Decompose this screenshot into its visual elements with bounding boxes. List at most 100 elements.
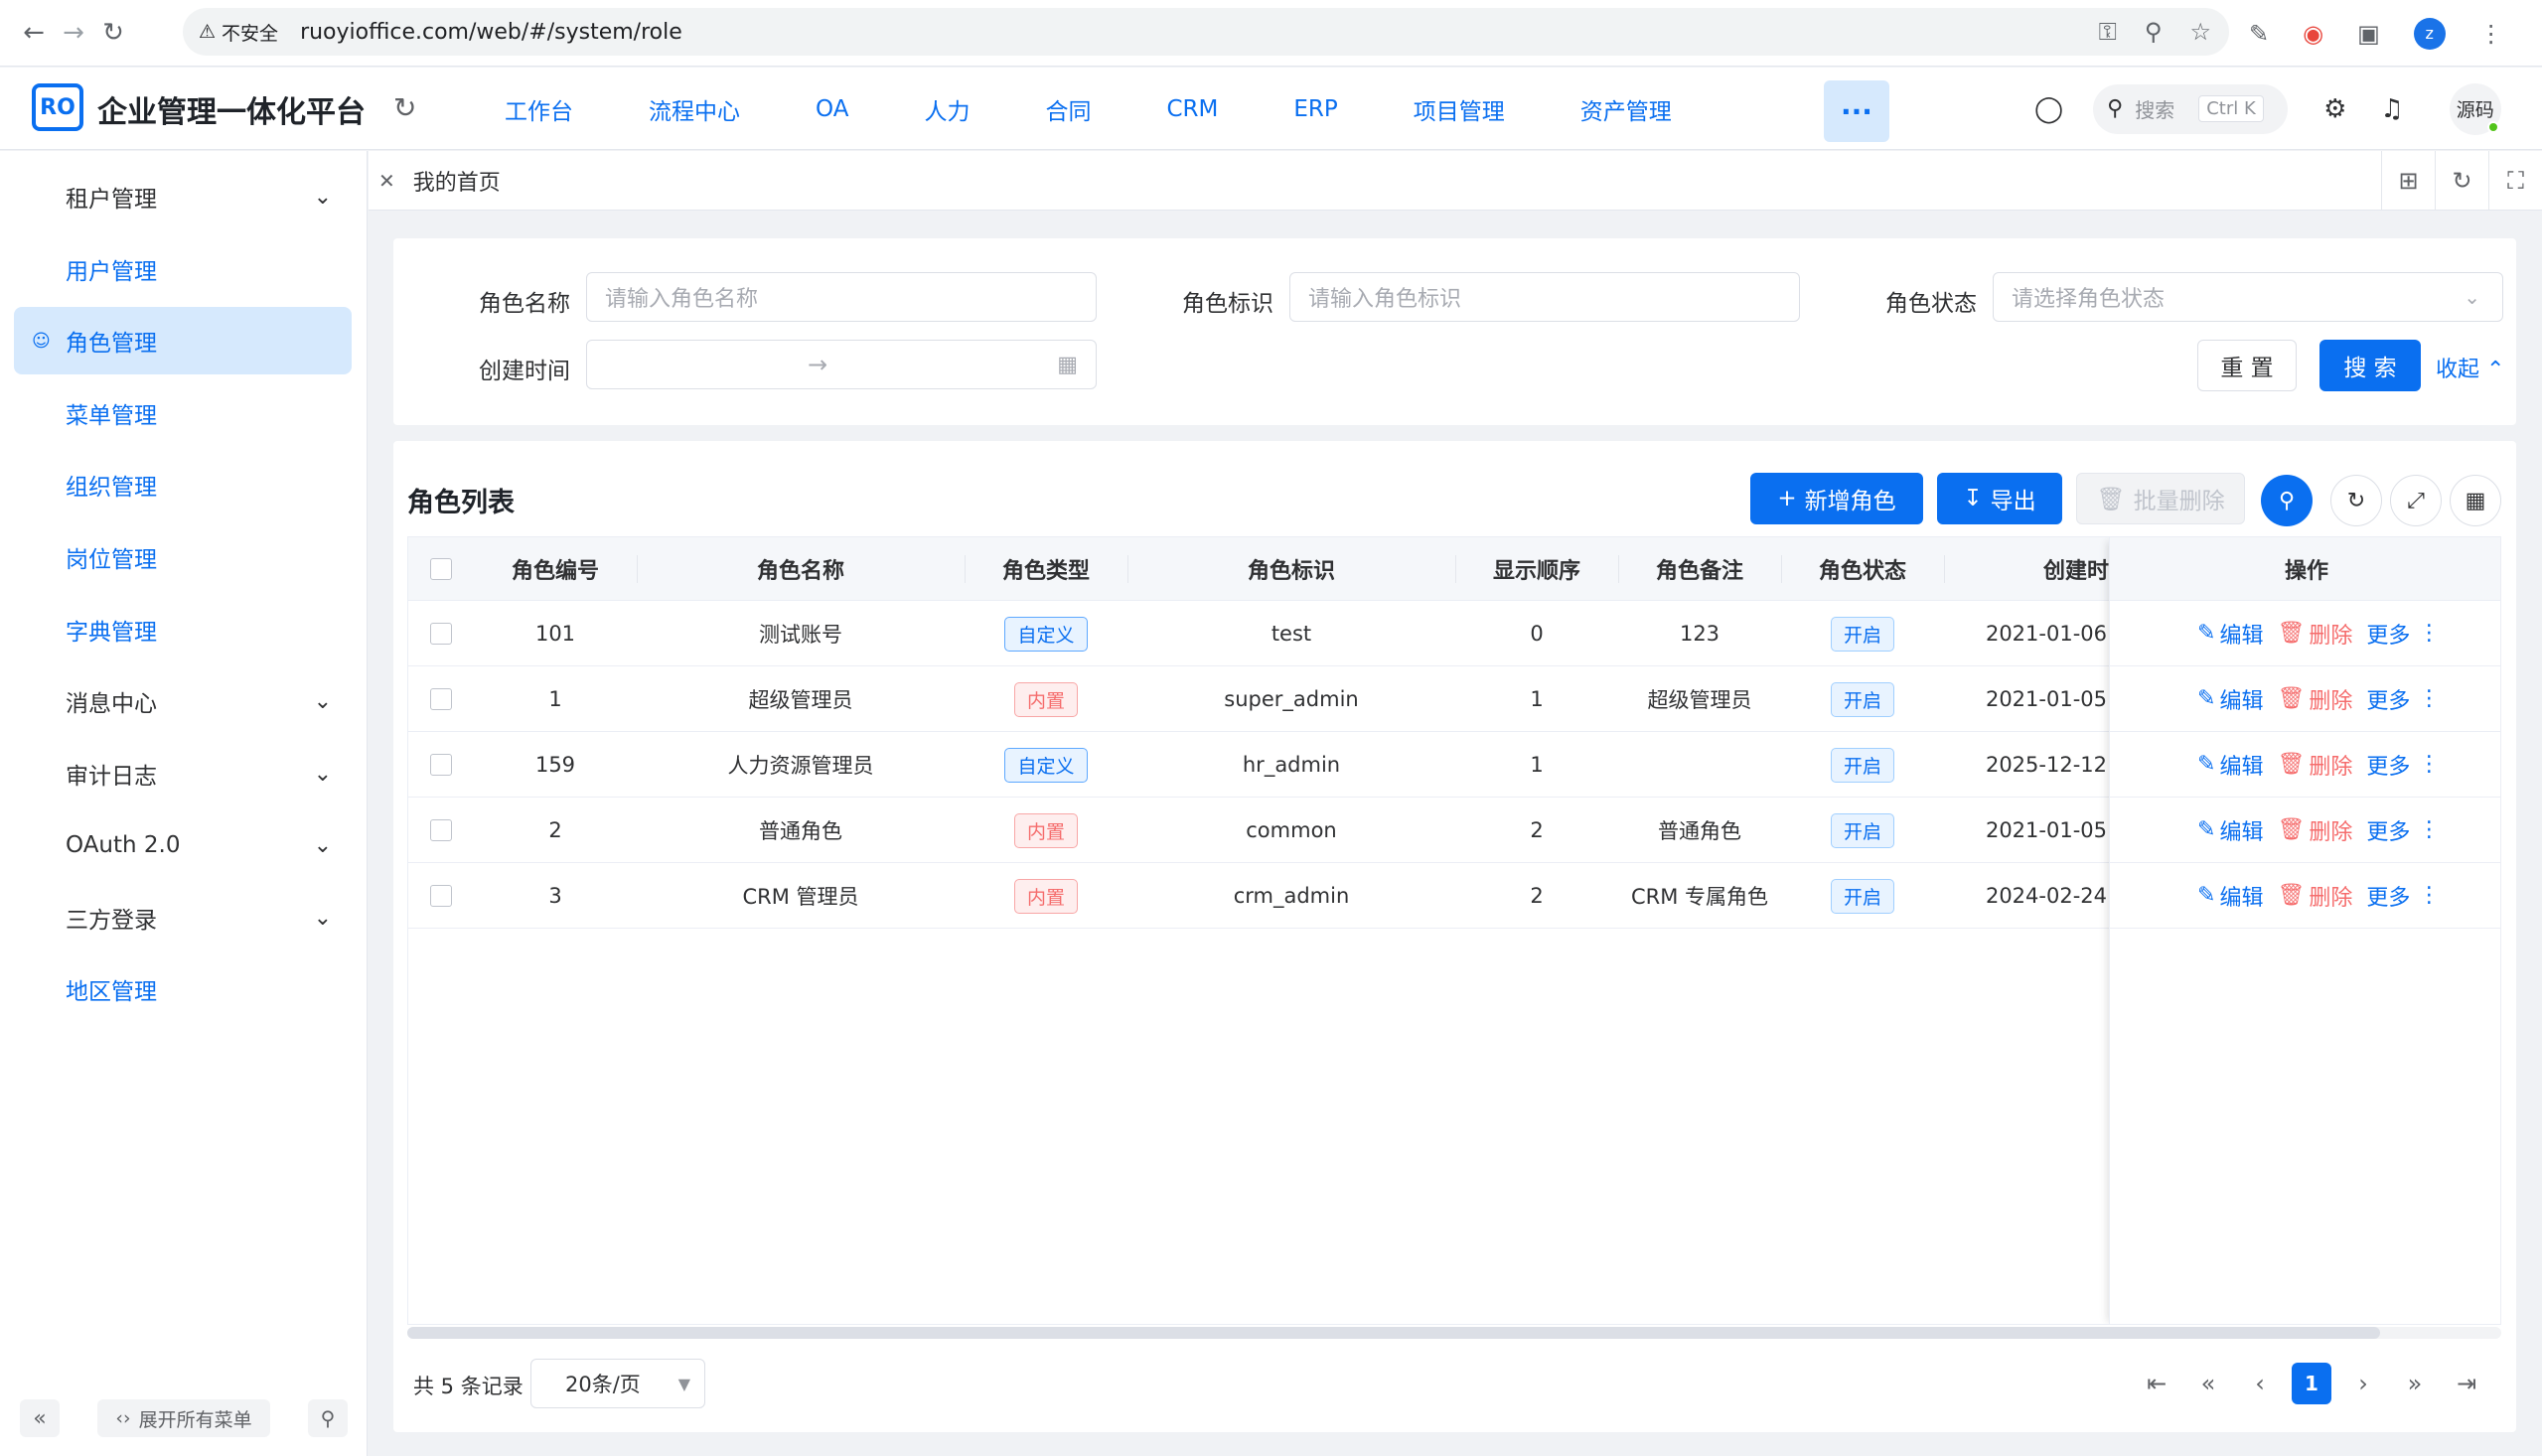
refresh-tab-icon[interactable]: ↻ xyxy=(2435,151,2488,211)
profile-avatar[interactable]: z xyxy=(2413,17,2446,50)
col-status[interactable]: 角色状态 xyxy=(1781,537,1944,601)
row-checkbox[interactable] xyxy=(430,819,452,841)
refresh-icon[interactable]: ↻ xyxy=(393,91,416,124)
delete-button[interactable]: 🗑 删除 xyxy=(2277,683,2352,715)
first-page-icon[interactable]: ⇤ xyxy=(2137,1363,2176,1404)
row-checkbox[interactable] xyxy=(430,623,452,645)
top-menu-asset[interactable]: 资产管理 xyxy=(1543,68,1710,150)
browser-menu-icon[interactable]: ⋮ xyxy=(2479,20,2503,48)
collapse-form-link[interactable]: 收起 ⌃ xyxy=(2436,352,2504,383)
edit-button[interactable]: ✎ 编辑 xyxy=(2197,880,2263,912)
notification-bell-icon[interactable]: ♫ xyxy=(2380,94,2403,124)
sidebar-item-dict[interactable]: 字典管理 xyxy=(14,596,352,663)
top-menu-oa[interactable]: OA xyxy=(778,68,886,150)
zoom-icon[interactable]: ⚲ xyxy=(2145,18,2163,46)
fullscreen-icon[interactable]: ⛶ xyxy=(2488,151,2542,211)
top-menu-erp[interactable]: ERP xyxy=(1256,68,1375,150)
top-menu-contract[interactable]: 合同 xyxy=(1007,68,1128,150)
collapse-sidebar-button[interactable]: « xyxy=(20,1399,60,1437)
delete-button[interactable]: 🗑 删除 xyxy=(2277,618,2352,650)
next-group-icon[interactable]: » xyxy=(2395,1363,2435,1404)
row-checkbox[interactable] xyxy=(430,885,452,907)
top-menu-crm[interactable]: CRM xyxy=(1128,68,1256,150)
sidebar-item-tenant[interactable]: 租户管理 ⌄ xyxy=(14,163,352,230)
col-role-key[interactable]: 角色标识 xyxy=(1127,537,1455,601)
role-key-input[interactable]: 请输入角色标识 xyxy=(1289,272,1800,322)
col-role-name[interactable]: 角色名称 xyxy=(637,537,965,601)
expand-all-menus-button[interactable]: ‹› 展开所有菜单 xyxy=(97,1399,270,1437)
next-page-icon[interactable]: › xyxy=(2343,1363,2383,1404)
sidebar-item-user[interactable]: 用户管理 xyxy=(14,235,352,303)
grid-icon[interactable]: ⊞ xyxy=(2381,151,2435,211)
pin-icon[interactable]: ⚲ xyxy=(308,1399,348,1437)
search-button[interactable]: 搜 索 xyxy=(2319,340,2421,391)
sidebar-item-post[interactable]: 岗位管理 xyxy=(14,523,352,591)
fullscreen-table-icon[interactable]: ⤢ xyxy=(2390,475,2442,526)
edit-button[interactable]: ✎ 编辑 xyxy=(2197,618,2263,650)
sidebar-item-social-login[interactable]: 三方登录 ⌄ xyxy=(14,884,352,951)
top-menu-workbench[interactable]: 工作台 xyxy=(467,68,611,150)
reload-icon[interactable]: ↻ xyxy=(93,13,133,53)
global-search[interactable]: ⚲ 搜索 Ctrl K xyxy=(2093,83,2289,134)
edit-button[interactable]: ✎ 编辑 xyxy=(2197,814,2263,846)
more-button[interactable]: 更多 ⋮ xyxy=(2366,880,2440,912)
delete-button[interactable]: 🗑 删除 xyxy=(2277,814,2352,846)
create-time-range-picker[interactable]: → ▦ xyxy=(586,340,1097,389)
toggle-search-icon[interactable]: ⚲ xyxy=(2261,475,2313,526)
prev-page-icon[interactable]: ‹ xyxy=(2240,1363,2280,1404)
column-settings-icon[interactable]: ▦ xyxy=(2450,475,2501,526)
sidebar-item-audit[interactable]: 审计日志 ⌄ xyxy=(14,740,352,807)
sidebar-item-area[interactable]: 地区管理 xyxy=(14,955,352,1023)
more-button[interactable]: 更多 ⋮ xyxy=(2366,814,2440,846)
chat-icon[interactable]: ◯ xyxy=(2034,94,2063,124)
reset-button[interactable]: 重 置 xyxy=(2197,340,2297,391)
role-status-select[interactable]: 请选择角色状态 ⌄ xyxy=(1993,272,2503,322)
col-role-type[interactable]: 角色类型 xyxy=(965,537,1127,601)
back-icon[interactable]: ← xyxy=(14,13,54,53)
url-text[interactable]: ruoyioffice.com/web/#/system/role xyxy=(300,20,682,45)
col-role-id[interactable]: 角色编号 xyxy=(474,537,637,601)
edit-button[interactable]: ✎ 编辑 xyxy=(2197,749,2263,781)
top-menu-project[interactable]: 项目管理 xyxy=(1376,68,1543,150)
settings-gear-icon[interactable]: ⚙ xyxy=(2323,94,2346,124)
user-avatar[interactable]: 源码 xyxy=(2449,82,2501,135)
col-remark[interactable]: 角色备注 xyxy=(1618,537,1781,601)
last-page-icon[interactable]: ⇥ xyxy=(2447,1363,2486,1404)
role-name-input[interactable]: 请输入角色名称 xyxy=(586,272,1097,322)
security-indicator[interactable]: ⚠ 不安全 xyxy=(199,19,278,46)
horizontal-scrollbar[interactable] xyxy=(407,1327,2501,1339)
row-checkbox[interactable] xyxy=(430,688,452,710)
extension-red-icon[interactable]: ◉ xyxy=(2303,20,2323,48)
row-checkbox[interactable] xyxy=(430,754,452,776)
more-button[interactable]: 更多 ⋮ xyxy=(2366,749,2440,781)
address-bar[interactable]: ⚠ 不安全 ruoyioffice.com/web/#/system/role ⚿… xyxy=(183,8,2229,56)
sidebar-item-oauth[interactable]: OAuth 2.0 ⌄ xyxy=(14,811,352,879)
extension-note-icon[interactable]: ✎ xyxy=(2249,20,2269,48)
tab-home[interactable]: ✕ 我的首页 xyxy=(374,151,501,211)
sidebar-item-org[interactable]: 组织管理 xyxy=(14,451,352,518)
sidebar-item-message[interactable]: 消息中心 ⌄ xyxy=(14,667,352,735)
export-button[interactable]: ↧ 导出 xyxy=(1937,473,2062,524)
refresh-table-icon[interactable]: ↻ xyxy=(2330,475,2382,526)
top-menu-more-button[interactable]: ··· xyxy=(1824,80,1889,142)
page-1-button[interactable]: 1 xyxy=(2292,1363,2331,1404)
top-menu-hr[interactable]: 人力 xyxy=(886,68,1007,150)
close-icon[interactable]: ✕ xyxy=(378,169,395,193)
scrollbar-thumb[interactable] xyxy=(407,1327,2380,1339)
add-role-button[interactable]: + 新增角色 xyxy=(1750,473,1923,524)
bookmark-star-icon[interactable]: ☆ xyxy=(2189,18,2211,46)
sidebar-item-menu[interactable]: 菜单管理 xyxy=(14,379,352,447)
col-sort[interactable]: 显示顺序 xyxy=(1455,537,1618,601)
edit-button[interactable]: ✎ 编辑 xyxy=(2197,683,2263,715)
extensions-puzzle-icon[interactable]: ▣ xyxy=(2357,20,2380,48)
delete-button[interactable]: 🗑 删除 xyxy=(2277,880,2352,912)
sidebar-item-role[interactable]: ☺ 角色管理 xyxy=(14,307,352,374)
more-button[interactable]: 更多 ⋮ xyxy=(2366,683,2440,715)
key-icon[interactable]: ⚿ xyxy=(2099,18,2117,46)
more-button[interactable]: 更多 ⋮ xyxy=(2366,618,2440,650)
delete-button[interactable]: 🗑 删除 xyxy=(2277,749,2352,781)
prev-group-icon[interactable]: « xyxy=(2188,1363,2228,1404)
select-all-checkbox[interactable] xyxy=(430,558,452,580)
page-size-select[interactable]: 20条/页 ▼ xyxy=(530,1359,705,1408)
forward-icon[interactable]: → xyxy=(54,13,93,53)
